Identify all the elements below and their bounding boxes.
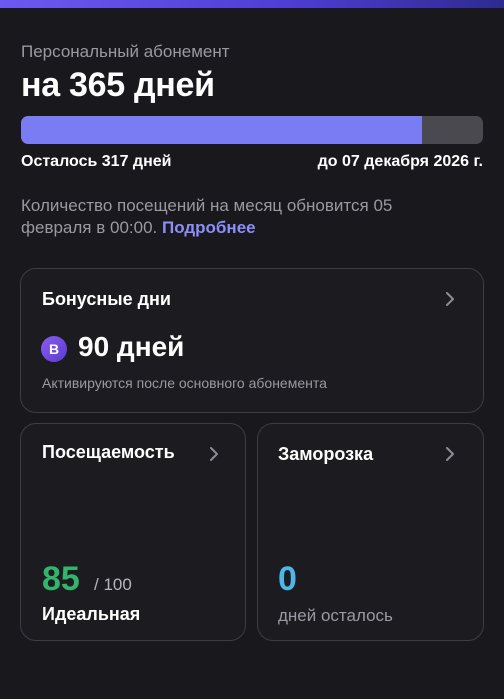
visits-notice: Количество посещений на месяц обновится … <box>21 195 461 239</box>
subscription-subtitle: Персональный абонемент <box>21 42 230 61</box>
expiry-date: до 07 декабря 2026 г. <box>317 153 483 170</box>
subscription-progress-fill <box>21 116 423 144</box>
attendance-rating: Идеальная <box>42 604 141 624</box>
bonus-badge-icon: B <box>41 336 67 362</box>
bonus-days-card[interactable]: Бонусные дни B 90 дней Активируются посл… <box>20 268 484 413</box>
freeze-title: Заморозка <box>278 444 374 464</box>
subscription-progress-bar <box>21 116 483 144</box>
bonus-days-note: Активируются после основного абонемента <box>42 375 327 391</box>
freeze-days-label: дней осталось <box>278 606 393 625</box>
more-details-link[interactable]: Подробнее <box>162 218 256 237</box>
top-accent-bar <box>0 0 504 8</box>
chevron-right-icon <box>443 447 457 461</box>
bonus-days-title: Бонусные дни <box>42 289 171 309</box>
days-remaining: Осталось 317 дней <box>21 153 172 170</box>
attendance-score-max: / 100 <box>94 575 132 594</box>
chevron-right-icon <box>207 447 221 461</box>
freeze-card[interactable]: Заморозка 0 дней осталось <box>257 423 484 641</box>
freeze-days-value: 0 <box>278 560 297 598</box>
attendance-card[interactable]: Посещаемость 85 / 100 Идеальная <box>20 423 246 641</box>
chevron-right-icon <box>443 292 457 306</box>
subscription-title: на 365 дней <box>21 66 215 104</box>
attendance-score: 85 <box>42 560 80 598</box>
attendance-title: Посещаемость <box>42 442 175 462</box>
bonus-days-value: 90 дней <box>78 331 185 362</box>
